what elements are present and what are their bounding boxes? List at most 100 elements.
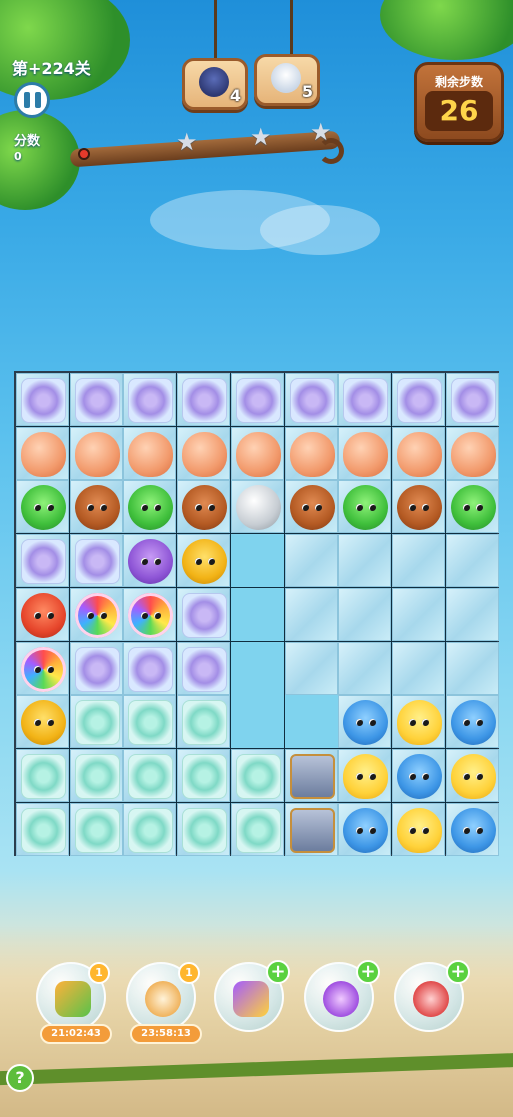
board-cell[interactable]: [16, 641, 69, 695]
board-cell[interactable]: [230, 426, 284, 480]
board-cell[interactable]: [338, 802, 392, 856]
board-cell[interactable]: [69, 641, 123, 695]
board-cell[interactable]: [177, 480, 231, 534]
board-cell[interactable]: [69, 480, 123, 534]
board-cell[interactable]: [284, 426, 338, 480]
board-cell[interactable]: [338, 480, 392, 534]
board-cell[interactable]: [445, 534, 499, 588]
board-cell[interactable]: [177, 695, 231, 749]
pause-button[interactable]: [14, 82, 50, 118]
board-cell[interactable]: [284, 534, 338, 588]
board-cell[interactable]: [338, 641, 392, 695]
red-fox-icon: [21, 592, 66, 638]
board-cell[interactable]: [230, 748, 284, 802]
board-cell[interactable]: [445, 641, 499, 695]
add-booster-button[interactable]: +: [266, 960, 290, 984]
shuffle-booster[interactable]: 1: [36, 962, 110, 1032]
board-cell[interactable]: [16, 480, 69, 534]
board-cell[interactable]: [123, 748, 177, 802]
board-cell[interactable]: [16, 748, 69, 802]
board-cell[interactable]: [230, 480, 284, 534]
board-cell[interactable]: [69, 587, 123, 641]
board-cell[interactable]: [284, 587, 338, 641]
board-cell[interactable]: [445, 480, 499, 534]
eyes: [409, 772, 430, 780]
board-cell[interactable]: [338, 534, 392, 588]
board-cell[interactable]: [123, 426, 177, 480]
score-label: 分数: [14, 134, 41, 149]
board-cell[interactable]: [123, 802, 177, 856]
board-cell[interactable]: [284, 695, 338, 749]
board-cell[interactable]: [69, 802, 123, 856]
board-cell[interactable]: [177, 426, 231, 480]
branch: [69, 130, 341, 168]
board-cell[interactable]: [391, 641, 445, 695]
board-cell[interactable]: [391, 480, 445, 534]
board-cell[interactable]: [16, 426, 69, 480]
board-cell[interactable]: [284, 641, 338, 695]
board-cell[interactable]: [284, 748, 338, 802]
board-cell[interactable]: [123, 373, 177, 426]
board-cell[interactable]: [445, 426, 499, 480]
board-cell[interactable]: [177, 641, 231, 695]
game-board[interactable]: [14, 371, 499, 856]
board-cell[interactable]: [16, 587, 69, 641]
bomb-booster[interactable]: +: [394, 960, 470, 1032]
board-cell[interactable]: [69, 426, 123, 480]
board-cell[interactable]: [391, 695, 445, 749]
board-cell[interactable]: [338, 587, 392, 641]
board-cell[interactable]: [177, 534, 231, 588]
swap-booster[interactable]: +: [214, 960, 290, 1032]
board-cell[interactable]: [391, 373, 445, 426]
board-cell[interactable]: [338, 748, 392, 802]
board-cell[interactable]: [230, 802, 284, 856]
board-cell[interactable]: [445, 587, 499, 641]
board-cell[interactable]: [284, 802, 338, 856]
board-cell[interactable]: [123, 641, 177, 695]
help-button[interactable]: ?: [6, 1064, 34, 1092]
board-cell[interactable]: [391, 587, 445, 641]
board-cell[interactable]: [338, 695, 392, 749]
board-cell[interactable]: [16, 373, 69, 426]
board-cell[interactable]: [230, 373, 284, 426]
board-cell[interactable]: [177, 587, 231, 641]
board-cell[interactable]: [445, 802, 499, 856]
board-cell[interactable]: [69, 373, 123, 426]
board-cell[interactable]: [123, 480, 177, 534]
board-cell[interactable]: [16, 802, 69, 856]
board-cell[interactable]: [391, 534, 445, 588]
board-cell[interactable]: [123, 695, 177, 749]
board-cell[interactable]: [338, 426, 392, 480]
board-cell[interactable]: [177, 373, 231, 426]
board-cell[interactable]: [69, 748, 123, 802]
board-cell[interactable]: [16, 695, 69, 749]
board-cell[interactable]: [230, 587, 284, 641]
board-cell[interactable]: [123, 587, 177, 641]
board-cell[interactable]: [123, 534, 177, 588]
rocket-booster[interactable]: +: [304, 960, 380, 1032]
board-cell[interactable]: [284, 373, 338, 426]
board-cell[interactable]: [445, 373, 499, 426]
board-cell[interactable]: [16, 534, 69, 588]
board-cell[interactable]: [338, 373, 392, 426]
board-cell[interactable]: [177, 748, 231, 802]
board-cell[interactable]: [230, 695, 284, 749]
clock-booster[interactable]: 1: [126, 962, 200, 1032]
pause-icon: [23, 92, 30, 108]
board-cell[interactable]: [177, 802, 231, 856]
board-cell[interactable]: [391, 802, 445, 856]
board-cell[interactable]: [445, 748, 499, 802]
orange-egg-icon: [450, 431, 496, 477]
board-cell[interactable]: [391, 748, 445, 802]
purple-flower-ice-tile-icon: [182, 378, 228, 423]
board-cell[interactable]: [391, 426, 445, 480]
board-cell[interactable]: [230, 641, 284, 695]
rocket-icon: [323, 981, 359, 1017]
board-cell[interactable]: [230, 534, 284, 588]
board-cell[interactable]: [69, 534, 123, 588]
add-booster-button[interactable]: +: [446, 960, 470, 984]
board-cell[interactable]: [445, 695, 499, 749]
add-booster-button[interactable]: +: [356, 960, 380, 984]
board-cell[interactable]: [69, 695, 123, 749]
board-cell[interactable]: [284, 480, 338, 534]
